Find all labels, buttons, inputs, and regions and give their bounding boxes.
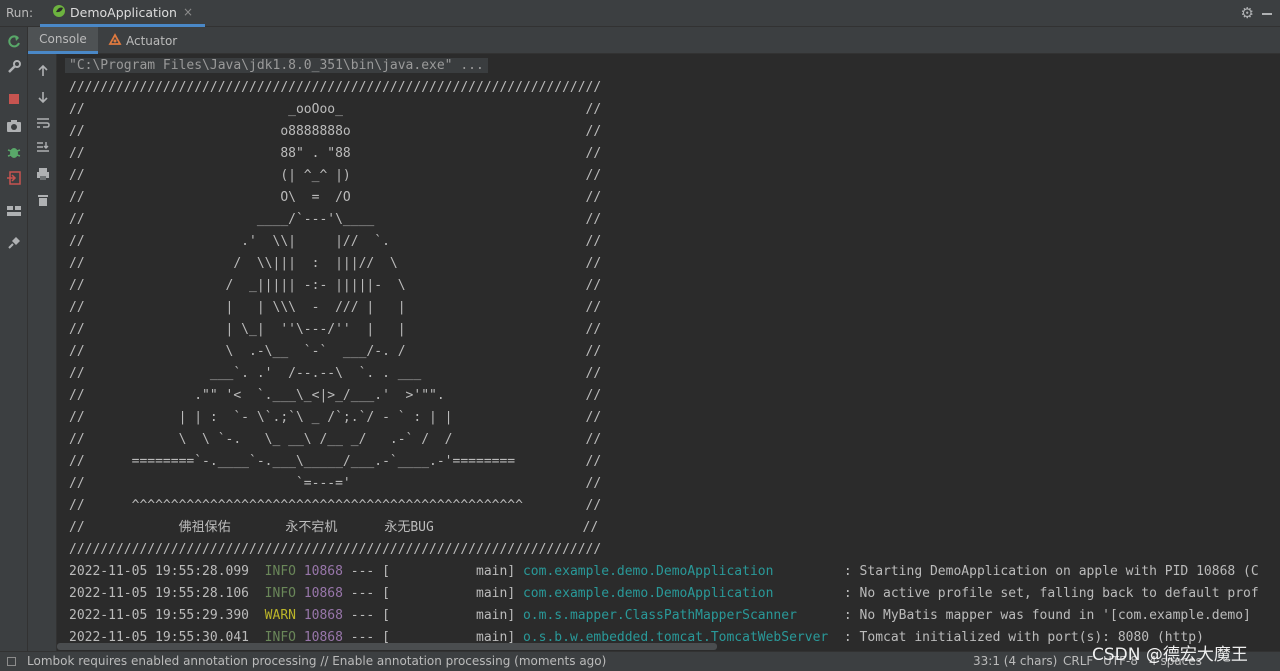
horizontal-scrollbar[interactable] (57, 643, 717, 650)
command-line: "C:\Program Files\Java\jdk1.8.0_351\bin\… (65, 55, 488, 77)
tool-windows-icon[interactable] (7, 657, 16, 666)
stop-icon[interactable] (5, 90, 23, 108)
log-line: 2022-11-05 19:55:28.099 INFO 10868 --- [… (69, 561, 1259, 583)
log-logger[interactable]: com.example.demo.DemoApplication (515, 586, 836, 601)
run-label: Run: (6, 6, 34, 20)
banner-line: // \ .-\__ `-` ___/-. / // (69, 344, 602, 359)
log-message: : No MyBatis mapper was found in '[com.e… (836, 608, 1251, 623)
log-thread: main] (389, 564, 516, 579)
line-separator[interactable]: CRLF (1063, 654, 1093, 668)
console-tabs: Console Actuator (28, 27, 1280, 54)
banner-line: // .' \\| |// `. // (69, 234, 602, 249)
log-message: : No active profile set, falling back to… (836, 586, 1259, 601)
spring-app-icon (52, 3, 66, 22)
banner-line: // ========`-.____`-.___\_____/___.-`___… (69, 454, 602, 469)
log-level: INFO (264, 564, 296, 579)
log-sep: --- [ (342, 564, 390, 579)
status-message[interactable]: Lombok requires enabled annotation proce… (27, 654, 606, 668)
log-thread: main] (389, 586, 516, 601)
banner-line: // `=---=' // (69, 476, 602, 491)
wrench-icon[interactable] (5, 58, 23, 76)
log-level: INFO (264, 586, 296, 601)
scroll-down-icon[interactable] (34, 88, 51, 105)
run-actions-bar (0, 27, 28, 651)
rerun-icon[interactable] (5, 33, 23, 51)
print-icon[interactable] (34, 165, 51, 182)
gear-icon[interactable]: ⚙ (1241, 4, 1254, 22)
pin-icon[interactable] (5, 234, 23, 252)
log-line: 2022-11-05 19:55:29.390 WARN 10868 --- [… (69, 605, 1251, 627)
scroll-up-icon[interactable] (34, 62, 51, 79)
banner-line: // (| ^_^ |) // (69, 168, 602, 183)
banner-line: // | | : `- \`.;`\ _ /`;.`/ - ` : | | // (69, 410, 602, 425)
banner-line: ////////////////////////////////////////… (69, 542, 602, 557)
banner-line: // ."" '< `.___\_<|>_/___.' >'"". // (69, 388, 602, 403)
log-level: WARN (264, 608, 296, 623)
watermark: CSDN @德宏大魔王 (1092, 645, 1248, 665)
scroll-to-end-icon[interactable] (34, 139, 51, 156)
close-icon[interactable]: × (183, 5, 193, 19)
banner-line: ////////////////////////////////////////… (69, 80, 602, 95)
actuator-icon (108, 32, 122, 49)
banner-line: // / _||||| -:- |||||- \ // (69, 278, 602, 293)
banner-line: // 88" . "88 // (69, 146, 602, 161)
log-logger[interactable]: com.example.demo.DemoApplication (515, 564, 836, 579)
log-pid: 10868 (303, 586, 343, 601)
log-message: : Starting DemoApplication on apple with… (836, 564, 1259, 579)
camera-icon[interactable] (5, 117, 23, 135)
exit-icon[interactable] (5, 169, 23, 187)
trash-icon[interactable] (34, 191, 51, 208)
log-timestamp: 2022-11-05 19:55:29.390 (69, 608, 250, 623)
log-timestamp: 2022-11-05 19:55:28.106 (69, 586, 250, 601)
log-pid: 10868 (303, 564, 343, 579)
tab-actuator[interactable]: Actuator (108, 27, 188, 54)
log-thread: main] (389, 608, 516, 623)
log-sep: --- [ (342, 608, 390, 623)
tab-console[interactable]: Console (28, 27, 98, 54)
console-tools (28, 54, 57, 651)
soft-wrap-icon[interactable] (34, 114, 51, 131)
log-sep: --- [ (342, 586, 390, 601)
status-bar: Lombok requires enabled annotation proce… (0, 651, 1280, 671)
log-pid: 10868 (303, 608, 343, 623)
tab-console-label: Console (39, 32, 87, 46)
debug-bug-icon[interactable] (5, 143, 23, 161)
layout-icon[interactable] (5, 202, 23, 220)
minimize-icon[interactable] (1262, 13, 1272, 15)
banner-line: // 佛祖保佑 永不宕机 永无BUG // (69, 520, 599, 535)
tab-actuator-label: Actuator (126, 33, 178, 48)
run-tab-title: DemoApplication (70, 4, 177, 20)
banner-line: // o8888888o // (69, 124, 602, 139)
banner-line: // _ooOoo_ // (69, 102, 602, 117)
log-line: 2022-11-05 19:55:28.106 INFO 10868 --- [… (69, 583, 1259, 605)
banner-line: // / \\||| : |||// \ // (69, 256, 602, 271)
run-tab-demoapplication[interactable]: DemoApplication × (40, 0, 206, 27)
banner-line: // | \_| ''\---/'' | | // (69, 322, 602, 337)
run-toolbar: Run: DemoApplication × ⚙ (0, 0, 1280, 27)
banner-line: // ^^^^^^^^^^^^^^^^^^^^^^^^^^^^^^^^^^^^^… (69, 498, 602, 513)
java-command: "C:\Program Files\Java\jdk1.8.0_351\bin\… (65, 58, 488, 73)
banner-line: // ____/`---'\____ // (69, 212, 602, 227)
caret-position[interactable]: 33:1 (4 chars) (973, 654, 1057, 668)
banner-line: // \ \ `-. \_ __\ /__ _/ .-` / / // (69, 432, 602, 447)
console-output[interactable]: "C:\Program Files\Java\jdk1.8.0_351\bin\… (57, 54, 1280, 651)
log-timestamp: 2022-11-05 19:55:28.099 (69, 564, 250, 579)
log-logger[interactable]: o.m.s.mapper.ClassPathMapperScanner (515, 608, 836, 623)
banner-line: // | | \\\ - /// | | // (69, 300, 602, 315)
banner-line: // ___`. .' /--.--\ `. . ___ // (69, 366, 602, 381)
banner-line: // O\ = /O // (69, 190, 602, 205)
